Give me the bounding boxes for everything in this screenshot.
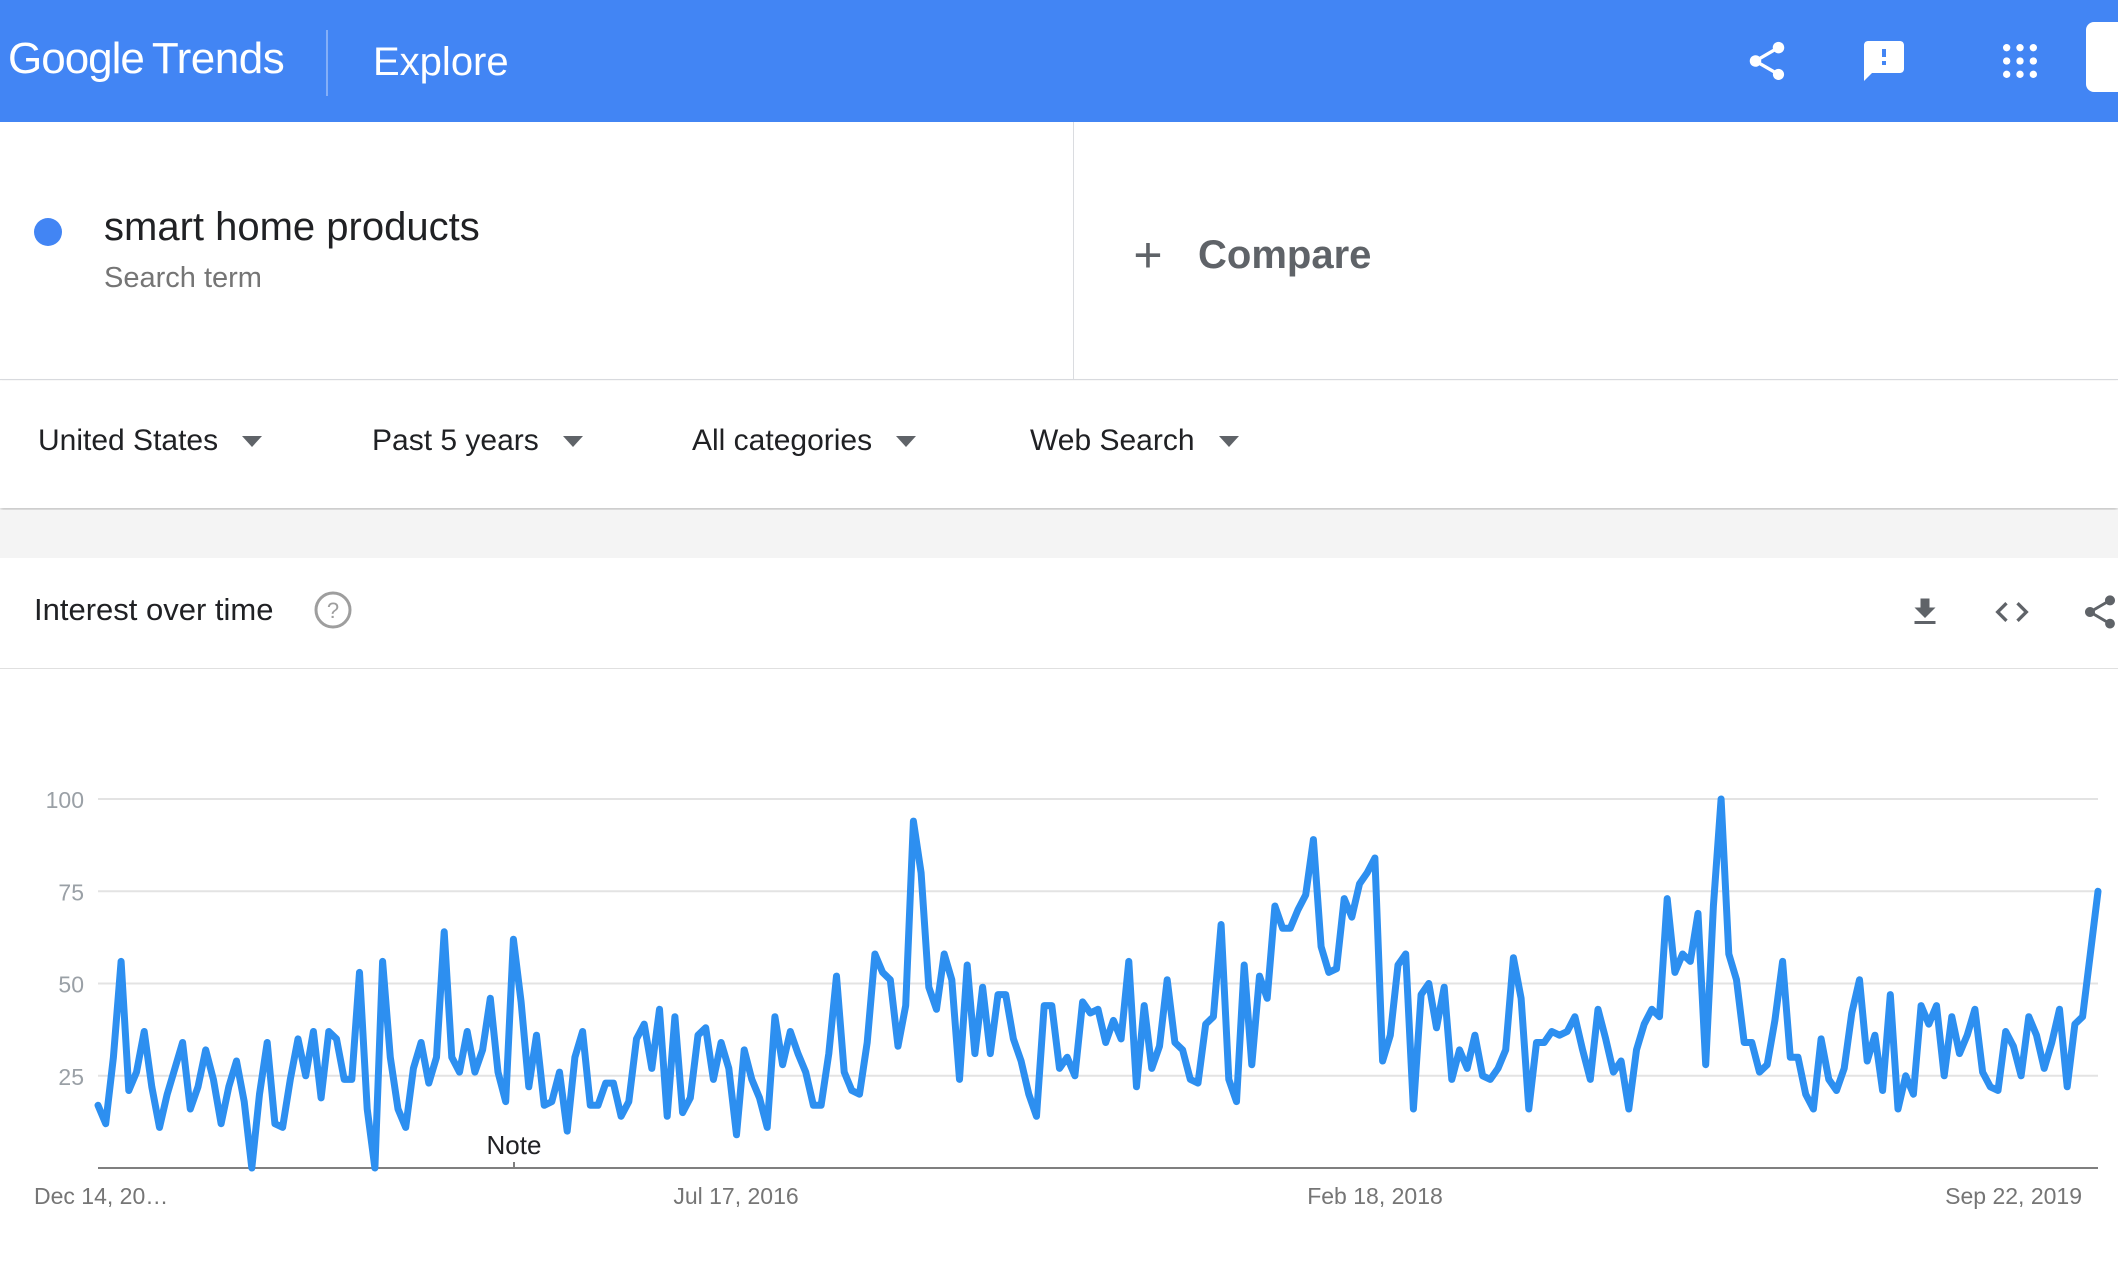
series-color-dot <box>34 218 62 246</box>
google-trends-logo[interactable]: Google Trends <box>8 34 285 90</box>
time-filter-dropdown[interactable]: Past 5 years <box>372 424 583 458</box>
section-spacer <box>0 510 2118 558</box>
download-icon[interactable] <box>1905 592 1945 632</box>
apps-grid-icon[interactable] <box>1993 34 2047 88</box>
header-divider <box>326 30 328 96</box>
y-tick-label: 100 <box>46 787 84 813</box>
search-type-filter-dropdown[interactable]: Web Search <box>1030 424 1239 458</box>
card-divider <box>0 668 2118 669</box>
x-tick-label: Dec 14, 20… <box>34 1183 168 1209</box>
help-symbol: ? <box>327 598 339 623</box>
page-title: Explore <box>373 40 509 84</box>
search-term-panel <box>0 122 2118 380</box>
dropdown-arrow-icon <box>1218 435 1239 447</box>
compare-label: Compare <box>1198 232 1372 277</box>
brand-trends: Trends <box>151 34 285 83</box>
x-tick-label: Sep 22, 2019 <box>1945 1183 2082 1209</box>
brand-google: Google <box>8 34 145 83</box>
y-tick-label: 25 <box>58 1064 84 1090</box>
dropdown-arrow-icon <box>896 435 917 447</box>
x-tick-label: Feb 18, 2018 <box>1307 1183 1443 1209</box>
compare-button[interactable]: + Compare <box>1128 230 1371 280</box>
dropdown-arrow-icon <box>242 435 263 447</box>
dropdown-arrow-icon <box>562 435 583 447</box>
search-term-name[interactable]: smart home products <box>104 205 480 250</box>
account-button[interactable] <box>2086 22 2118 92</box>
search-term-type: Search term <box>104 262 262 294</box>
category-filter-dropdown[interactable]: All categories <box>692 424 917 458</box>
search-type-filter-label: Web Search <box>1030 424 1195 457</box>
interest-over-time-chart[interactable]: 25 50 75 100 Note Dec 14, 20… Jul 17, 2016 Feb … <box>0 760 2118 1220</box>
top-app-bar <box>0 0 2118 122</box>
help-icon[interactable]: ? <box>313 590 353 630</box>
share-icon[interactable] <box>2080 592 2118 632</box>
embed-code-icon[interactable] <box>1992 592 2032 632</box>
category-filter-label: All categories <box>692 424 873 457</box>
time-filter-label: Past 5 years <box>372 424 539 457</box>
geo-filter-label: United States <box>38 424 219 457</box>
share-icon[interactable] <box>1740 34 1794 88</box>
term-divider <box>1073 122 1074 380</box>
y-tick-label: 75 <box>58 879 84 905</box>
annotation-note[interactable]: Note <box>487 1130 542 1160</box>
geo-filter-dropdown[interactable]: United States <box>38 424 263 458</box>
add-icon: + <box>1133 227 1163 283</box>
y-tick-label: 50 <box>58 972 84 998</box>
feedback-icon[interactable] <box>1857 34 1911 88</box>
x-tick-label: Jul 17, 2016 <box>673 1183 798 1209</box>
card-title: Interest over time <box>34 592 274 627</box>
